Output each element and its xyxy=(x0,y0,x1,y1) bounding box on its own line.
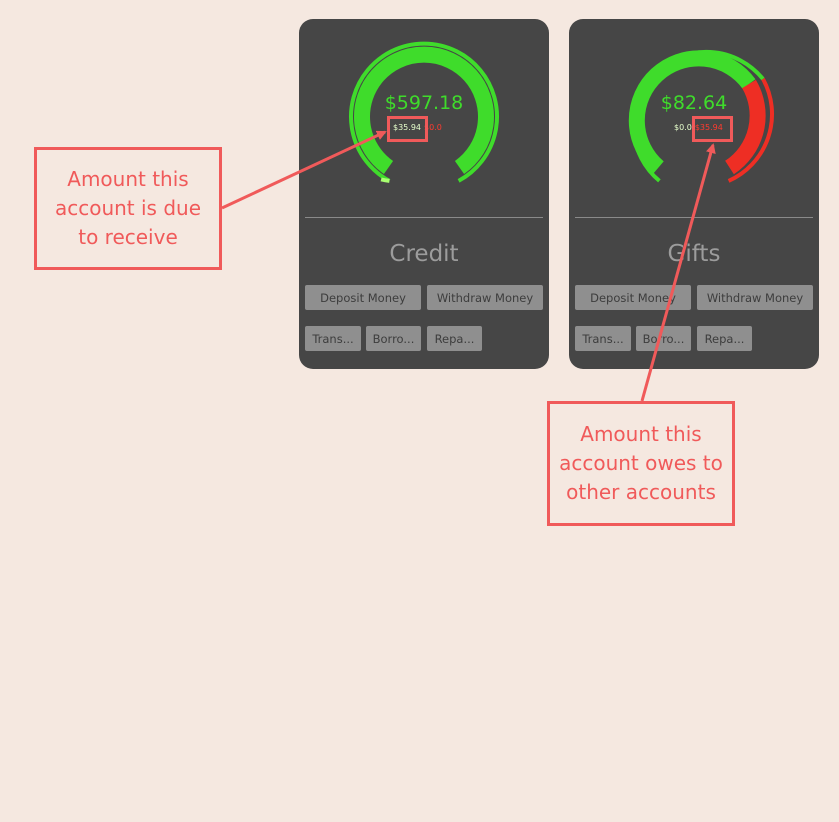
transfer-button[interactable]: Trans... xyxy=(575,326,631,351)
transfer-button[interactable]: Trans... xyxy=(305,326,361,351)
borrow-button[interactable]: Borro... xyxy=(366,326,421,351)
callout-text: Amount this account is due to receive xyxy=(54,167,202,249)
repay-button[interactable]: Repa... xyxy=(427,326,482,351)
due-to-receive-amount: $0.0 xyxy=(674,123,692,132)
account-name: Gifts xyxy=(667,241,721,267)
divider xyxy=(575,217,813,218)
highlight-due-to-receive xyxy=(387,116,428,142)
withdraw-button[interactable]: Withdraw Money xyxy=(427,285,543,310)
callout-owes: Amount this account owes to other accoun… xyxy=(547,401,735,526)
account-name: Credit xyxy=(389,241,459,267)
callout-text: Amount this account owes to other accoun… xyxy=(559,422,723,504)
divider xyxy=(305,217,543,218)
highlight-owes xyxy=(692,116,733,142)
withdraw-button[interactable]: Withdraw Money xyxy=(697,285,813,310)
balance-amount: $597.18 xyxy=(384,92,464,114)
repay-button[interactable]: Repa... xyxy=(697,326,752,351)
callout-due-to-receive: Amount this account is due to receive xyxy=(34,147,222,270)
account-card-gifts: $82.64 $0.0 $35.94 Gifts Deposit Money Wi… xyxy=(569,19,819,369)
balance-amount: $82.64 xyxy=(660,92,728,114)
deposit-button[interactable]: Deposit Money xyxy=(575,285,691,310)
borrow-button[interactable]: Borro... xyxy=(636,326,691,351)
account-card-credit: $597.18 $35.94 $0.0 Credit Deposit Money … xyxy=(299,19,549,369)
deposit-button[interactable]: Deposit Money xyxy=(305,285,421,310)
